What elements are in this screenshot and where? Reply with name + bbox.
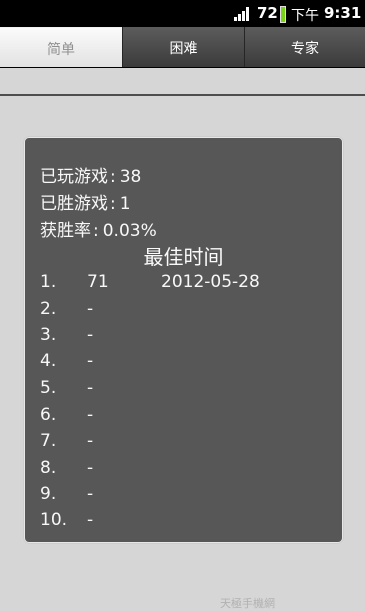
- score-rank: 6.: [40, 405, 57, 425]
- ampm-label: 下午: [291, 8, 319, 24]
- win-rate-label: 获胜率: [40, 221, 91, 241]
- score-time: 71: [87, 272, 109, 292]
- score-rank: 4.: [40, 351, 57, 371]
- games-played-label: 已玩游戏: [40, 167, 108, 187]
- score-time: -: [87, 431, 94, 451]
- score-row: 9. -: [40, 484, 330, 510]
- games-played-value: 38: [119, 167, 142, 187]
- score-row: 1. 71 2012-05-28: [40, 272, 330, 298]
- battery-icon: [280, 6, 286, 23]
- tab-hard-label: 困难: [169, 41, 198, 57]
- best-times-title: 最佳时间: [143, 245, 224, 269]
- score-rank: 7.: [40, 431, 57, 451]
- tab-easy[interactable]: 简单: [0, 27, 122, 67]
- score-time: -: [87, 510, 94, 530]
- signal-icon: [234, 7, 252, 21]
- difficulty-tabs: 简单 困难 专家: [0, 27, 365, 96]
- games-won-label: 已胜游戏: [40, 194, 108, 214]
- score-time: -: [87, 325, 94, 345]
- score-row: 3. -: [40, 325, 330, 351]
- score-row: 4. -: [40, 351, 330, 377]
- score-row: 10. -: [40, 510, 330, 536]
- score-rank: 10.: [40, 510, 68, 530]
- tab-expert[interactable]: 专家: [244, 27, 365, 67]
- score-row: 5. -: [40, 378, 330, 404]
- battery-level: 72: [257, 4, 278, 22]
- score-row: 2. -: [40, 299, 330, 325]
- win-rate-value: 0.03%: [102, 221, 157, 241]
- score-rank: 8.: [40, 458, 57, 478]
- watermark: 天極手機網: [220, 597, 275, 610]
- win-rate-stat: 获胜率:0.03%: [40, 216, 157, 241]
- score-time: -: [87, 484, 94, 504]
- score-row: 8. -: [40, 458, 330, 484]
- statistics-panel: 已玩游戏:38 已胜游戏:1 获胜率:0.03% 最佳时间 1. 71 2012…: [24, 137, 343, 543]
- score-date: 2012-05-28: [161, 272, 260, 292]
- score-time: -: [87, 405, 94, 425]
- score-rank: 9.: [40, 484, 57, 504]
- score-time: -: [87, 299, 94, 319]
- score-row: 6. -: [40, 405, 330, 431]
- score-rank: 5.: [40, 378, 57, 398]
- games-won-stat: 已胜游戏:1: [40, 189, 131, 214]
- clock: 9:31: [324, 4, 362, 22]
- tab-hard[interactable]: 困难: [122, 27, 244, 67]
- score-time: -: [87, 351, 94, 371]
- tab-easy-label: 简单: [47, 42, 75, 58]
- score-time: -: [87, 378, 94, 398]
- games-won-value: 1: [119, 194, 131, 214]
- status-bar: 72 下午 9:31: [0, 0, 365, 27]
- games-played-stat: 已玩游戏:38: [40, 162, 141, 187]
- tabs-divider: [0, 94, 365, 96]
- score-rank: 3.: [40, 325, 57, 345]
- score-time: -: [87, 458, 94, 478]
- score-row: 7. -: [40, 431, 330, 457]
- score-rank: 1.: [40, 272, 57, 292]
- score-rank: 2.: [40, 299, 57, 319]
- tab-expert-label: 专家: [291, 41, 319, 57]
